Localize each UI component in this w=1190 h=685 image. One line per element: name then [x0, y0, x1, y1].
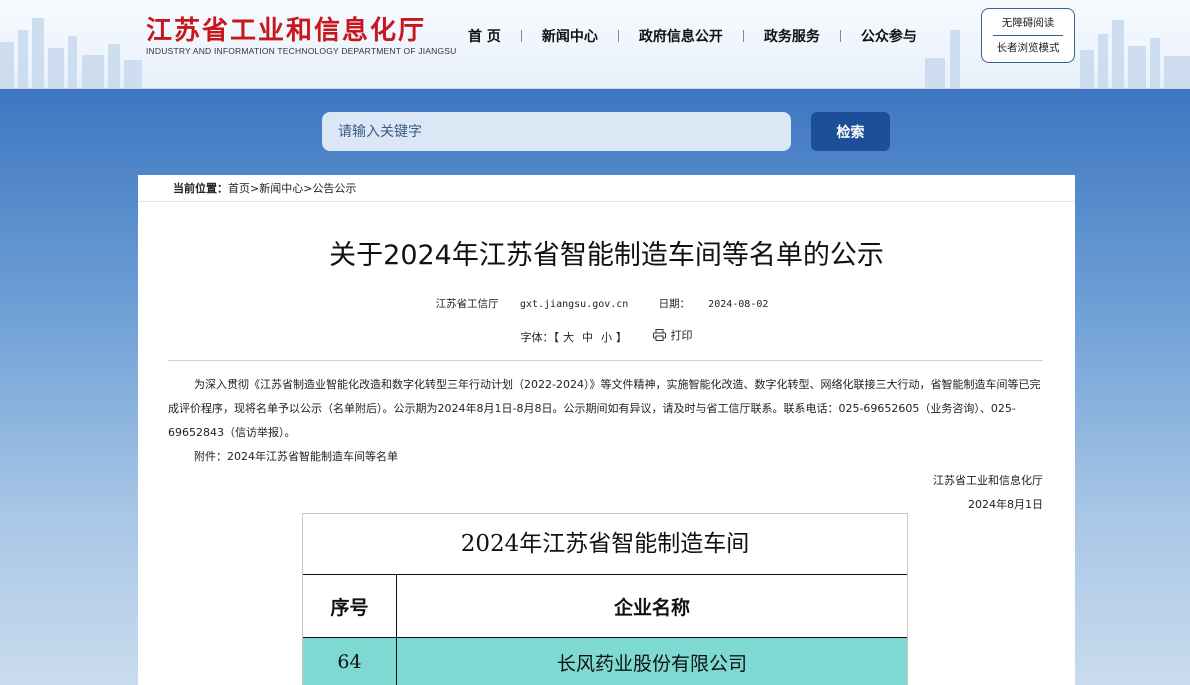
- elder-mode-button[interactable]: 长者浏览模式: [997, 38, 1060, 58]
- table-header-row: 序号 企业名称: [303, 574, 907, 638]
- table-cell-no: 64: [303, 638, 397, 685]
- font-size-large[interactable]: 大: [563, 331, 574, 344]
- article-date: 2024-08-02: [708, 299, 769, 310]
- table-cell-name: 长风药业股份有限公司: [556, 652, 747, 675]
- article-title: 关于2024年江苏省智能制造车间等名单的公示: [329, 240, 884, 271]
- article-paragraph: 为深入贯彻《江苏省制造业智能化改造和数字化转型三年行动计划（2022-2024）…: [168, 378, 1041, 439]
- table-row: 64 长风药业股份有限公司: [303, 638, 907, 685]
- font-size-close: 】: [616, 331, 627, 344]
- article-source: 江苏省工信厅: [435, 298, 499, 310]
- article-panel: 当前位置：首页>新闻中心>公告公示 关于2024年江苏省智能制造车间等名单的公示…: [138, 175, 1075, 685]
- article-url: gxt.jiangsu.gov.cn: [519, 299, 629, 310]
- breadcrumb-path[interactable]: 首页>新闻中心>公告公示: [228, 182, 356, 195]
- article-tools: 字体：【大中小】 打印: [138, 327, 1075, 345]
- barrier-free-button[interactable]: 无障碍阅读: [1002, 13, 1055, 33]
- print-label: 打印: [670, 329, 693, 342]
- accessibility-panel: 无障碍阅读 长者浏览模式: [981, 8, 1075, 63]
- nav-item-home[interactable]: 首 页: [448, 26, 521, 46]
- search-button[interactable]: 检索: [811, 112, 890, 151]
- nav-item-public[interactable]: 公众参与: [841, 26, 937, 46]
- company-list-table: 2024年江苏省智能制造车间 序号 企业名称 64 长风药业股份有限公司: [302, 513, 908, 685]
- table-header-name: 企业名称: [613, 596, 690, 619]
- table-header-no: 序号: [303, 575, 397, 637]
- breadcrumb-label: 当前位置：: [173, 182, 228, 195]
- nav-item-gov-info[interactable]: 政府信息公开: [619, 26, 743, 46]
- site-logo-title[interactable]: 江苏省工业和信息化厅: [146, 10, 426, 47]
- accessibility-divider: [993, 35, 1063, 36]
- site-logo-subtitle: INDUSTRY AND INFORMATION TECHNOLOGY DEPA…: [146, 46, 457, 56]
- date-label: 日期：: [658, 298, 691, 310]
- article-signature: 江苏省工业和信息化厅: [933, 474, 1043, 487]
- font-size-small[interactable]: 小: [601, 331, 612, 344]
- article-body: 为深入贯彻《江苏省制造业智能化改造和数字化转型三年行动计划（2022-2024）…: [168, 373, 1043, 517]
- article-meta: 江苏省工信厅 gxt.jiangsu.gov.cn 日期： 2024-08-02: [138, 296, 1075, 311]
- breadcrumb: 当前位置：首页>新闻中心>公告公示: [138, 175, 1075, 202]
- site-header: 江苏省工业和信息化厅 INDUSTRY AND INFORMATION TECH…: [0, 0, 1190, 89]
- font-size-medium[interactable]: 中: [582, 331, 593, 344]
- article-attachment[interactable]: 附件：2024年江苏省智能制造车间等名单: [168, 445, 1043, 469]
- title-divider: [168, 360, 1043, 361]
- font-size-label: 字体：【: [520, 331, 560, 344]
- table-title: 2024年江苏省智能制造车间: [460, 531, 750, 557]
- main-nav: 首 页 新闻中心 政府信息公开 政务服务 公众参与: [448, 26, 937, 46]
- nav-item-news[interactable]: 新闻中心: [522, 26, 618, 46]
- print-button[interactable]: 打印: [652, 327, 693, 343]
- nav-item-services[interactable]: 政务服务: [744, 26, 840, 46]
- printer-icon: [652, 329, 666, 341]
- search-input[interactable]: [322, 112, 791, 151]
